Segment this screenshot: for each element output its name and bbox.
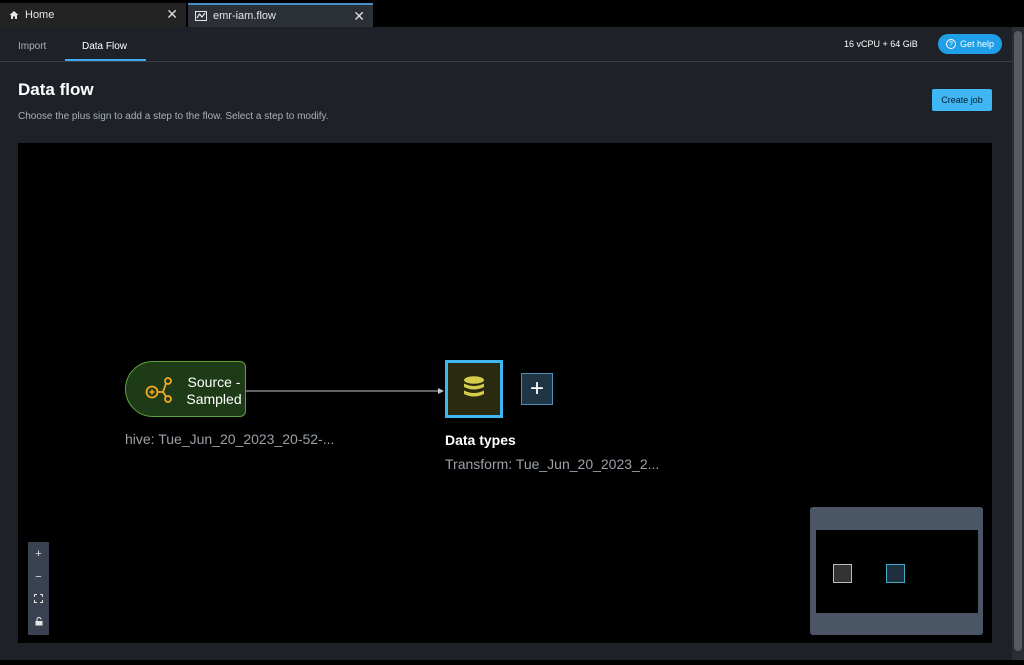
compute-resources: 16 vCPU + 64 GiB xyxy=(844,39,918,49)
home-icon xyxy=(9,10,19,20)
flow-canvas[interactable]: Source - Sampled hive: Tue_Jun_20_2023_2… xyxy=(18,143,992,643)
source-node-label: Source - Sampled xyxy=(186,374,242,407)
get-help-button[interactable]: ? Get help xyxy=(938,34,1002,54)
subtab-bar: Import Data Flow 16 vCPU + 64 GiB ? Get … xyxy=(0,27,1012,62)
transform-node-subtitle: Transform: Tue_Jun_20_2023_2... xyxy=(445,456,660,472)
source-node[interactable]: Source - Sampled xyxy=(125,361,246,417)
tab-home-label: Home xyxy=(25,9,55,21)
source-node-subtitle: hive: Tue_Jun_20_2023_20-52-... xyxy=(125,431,335,447)
lock-icon xyxy=(35,616,43,629)
lock-button[interactable] xyxy=(28,611,49,634)
flow-icon xyxy=(195,11,207,21)
scrollbar-thumb[interactable] xyxy=(1014,31,1022,651)
zoom-out-button[interactable]: − xyxy=(28,565,49,588)
minimap-source-node xyxy=(833,564,852,583)
tab-data-flow[interactable]: Data Flow xyxy=(82,41,127,52)
tab-flow-label: emr-iam.flow xyxy=(213,10,276,22)
database-icon xyxy=(461,374,487,405)
transform-node-title: Data types xyxy=(445,432,516,448)
help-icon: ? xyxy=(945,39,956,49)
add-step-button[interactable]: + xyxy=(521,373,553,405)
page-title: Data flow xyxy=(18,80,94,99)
flow-edge xyxy=(246,388,444,394)
transform-node[interactable] xyxy=(445,360,503,418)
source-icon xyxy=(143,376,175,409)
minimap-viewport xyxy=(816,530,978,613)
vertical-scrollbar[interactable] xyxy=(1012,27,1024,660)
close-icon[interactable]: ✕ xyxy=(166,7,178,21)
window-tab-bar: Home ✕ emr-iam.flow ✕ xyxy=(0,0,1024,27)
minimap-transform-node xyxy=(886,564,905,583)
zoom-controls: + − xyxy=(28,542,49,635)
get-help-label: Get help xyxy=(959,39,995,49)
fit-view-icon xyxy=(34,593,43,606)
bottom-edge xyxy=(0,660,1024,665)
tab-emr-iam-flow[interactable]: emr-iam.flow ✕ xyxy=(188,3,373,27)
zoom-in-button[interactable]: + xyxy=(28,542,49,565)
close-icon[interactable]: ✕ xyxy=(353,9,365,23)
tab-home[interactable]: Home ✕ xyxy=(0,3,186,27)
tab-import[interactable]: Import xyxy=(18,41,46,52)
fit-view-button[interactable] xyxy=(28,588,49,611)
data-wrangler-app: Import Data Flow 16 vCPU + 64 GiB ? Get … xyxy=(0,27,1012,660)
page-description: Choose the plus sign to add a step to th… xyxy=(18,111,329,122)
active-tab-indicator xyxy=(65,59,146,61)
minimap[interactable] xyxy=(810,507,983,635)
create-job-button[interactable]: Create job xyxy=(932,89,992,111)
